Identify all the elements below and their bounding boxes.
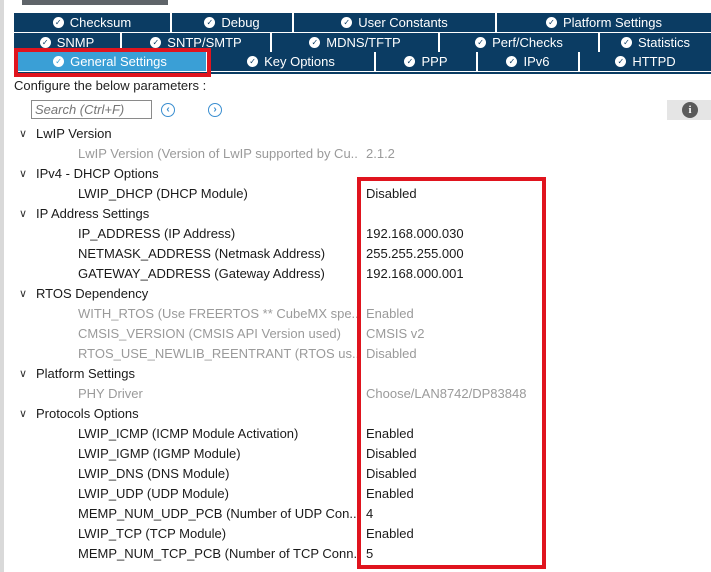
param-value[interactable]: Enabled [366, 484, 414, 504]
param-row[interactable]: MEMP_NUM_TCP_PCB (Number of TCP Conn... … [0, 544, 711, 564]
param-row[interactable]: IP_ADDRESS (IP Address) 192.168.000.030 [0, 224, 711, 244]
check-circle-icon: ✓ [615, 56, 627, 67]
check-circle-icon: ✓ [404, 56, 416, 67]
category-rtos-dependency[interactable]: ∨ RTOS Dependency [0, 284, 711, 304]
param-label: LWIP_IGMP (IGMP Module) [78, 446, 241, 461]
chevron-down-icon[interactable]: ∨ [19, 364, 31, 384]
param-row[interactable]: LWIP_IGMP (IGMP Module) Disabled [0, 444, 711, 464]
tab-row-2: ✓ SNMP ✓ SNTP/SMTP ✓ MDNS/TFTP ✓ Perf/Checks… [14, 33, 711, 52]
check-circle-icon: ✓ [150, 37, 162, 48]
param-row[interactable]: PHY Driver Choose/LAN8742/DP83848 [0, 384, 711, 404]
tab-mdns-tftp[interactable]: ✓ MDNS/TFTP [272, 33, 440, 52]
param-label: PHY Driver [78, 386, 143, 401]
next-result-icon[interactable]: › [208, 103, 222, 117]
param-label: LWIP_UDP (UDP Module) [78, 486, 229, 501]
param-label: NETMASK_ADDRESS (Netmask Address) [78, 246, 326, 261]
param-value: Enabled [366, 306, 414, 321]
check-circle-icon: ✓ [546, 17, 557, 28]
configure-label: Configure the below parameters : [14, 78, 207, 93]
param-label: LWIP_DNS (DNS Module) [78, 466, 230, 481]
check-circle-icon: ✓ [52, 17, 64, 28]
param-label: GATEWAY_ADDRESS (Gateway Address) [78, 266, 325, 281]
category-platform-settings[interactable]: ∨ Platform Settings [0, 364, 711, 384]
param-row[interactable]: LwIP Version (Version of LwIP supported … [0, 144, 711, 164]
chevron-down-icon[interactable]: ∨ [19, 284, 31, 304]
param-row[interactable]: LWIP_ICMP (ICMP Module Activation) Enabl… [0, 424, 711, 444]
check-circle-icon: ✓ [341, 17, 353, 28]
tab-user-constants[interactable]: ✓ User Constants [294, 13, 497, 32]
tab-debug[interactable]: ✓ Debug [172, 13, 294, 32]
param-row[interactable]: LWIP_DNS (DNS Module) Disabled [0, 464, 711, 484]
category-ipv4-dhcp-options[interactable]: ∨ IPv4 - DHCP Options [0, 164, 711, 184]
tab-row-3: ✓ General Settings ✓ Key Options ✓ PPP ✓ IPv… [14, 52, 711, 71]
tab-platform-settings[interactable]: ✓ Platform Settings [497, 13, 711, 32]
param-row[interactable]: CMSIS_VERSION (CMSIS API Version used) C… [0, 324, 711, 344]
param-label: LWIP_DHCP (DHCP Module) [78, 186, 248, 201]
check-circle-icon: ✓ [475, 37, 487, 48]
param-label: LWIP_TCP (TCP Module) [78, 526, 227, 541]
param-label: MEMP_NUM_TCP_PCB (Number of TCP Conn... [78, 546, 358, 561]
param-value[interactable]: Enabled [366, 524, 414, 544]
param-label: IP_ADDRESS (IP Address) [78, 226, 236, 241]
param-label: RTOS_USE_NEWLIB_REENTRANT (RTOS us... [78, 346, 358, 361]
param-value[interactable]: 4 [366, 504, 373, 524]
tab-ppp[interactable]: ✓ PPP [376, 52, 478, 71]
param-label: MEMP_NUM_UDP_PCB (Number of UDP Con... [78, 506, 358, 521]
tab-ipv6[interactable]: ✓ IPv6 [478, 52, 580, 71]
param-value: Disabled [366, 346, 417, 361]
check-circle-icon: ✓ [309, 37, 321, 48]
param-row[interactable]: WITH_RTOS (Use FREERTOS ** CubeMX spe...… [0, 304, 711, 324]
param-value[interactable]: 192.168.000.030 [366, 224, 464, 244]
previous-result-icon[interactable]: ‹ [161, 103, 175, 117]
search-input[interactable] [31, 100, 152, 119]
param-label: CMSIS_VERSION (CMSIS API Version used) [78, 326, 341, 341]
param-value: CMSIS v2 [366, 326, 425, 341]
param-label: LWIP_ICMP (ICMP Module Activation) [78, 426, 299, 441]
category-protocols-options[interactable]: ∨ Protocols Options [0, 404, 711, 424]
chevron-down-icon[interactable]: ∨ [19, 164, 31, 184]
tab-separator [14, 72, 711, 74]
chevron-down-icon[interactable]: ∨ [19, 124, 31, 144]
category-lwip-version[interactable]: ∨ LwIP Version [0, 124, 711, 144]
param-row[interactable]: MEMP_NUM_UDP_PCB (Number of UDP Con... 4 [0, 504, 711, 524]
param-value[interactable]: Disabled [366, 444, 417, 464]
tab-perf-checks[interactable]: ✓ Perf/Checks [440, 33, 600, 52]
tab-snmp[interactable]: ✓ SNMP [14, 33, 122, 52]
chevron-down-icon[interactable]: ∨ [19, 404, 31, 424]
tab-httpd[interactable]: ✓ HTTPD [580, 52, 711, 71]
check-circle-icon: ✓ [506, 56, 518, 67]
check-circle-icon: ✓ [204, 17, 216, 28]
param-value[interactable]: Disabled [366, 184, 417, 204]
category-ip-address-settings[interactable]: ∨ IP Address Settings [0, 204, 711, 224]
param-row[interactable]: GATEWAY_ADDRESS (Gateway Address) 192.16… [0, 264, 711, 284]
check-circle-icon: ✓ [53, 56, 65, 67]
param-value[interactable]: 255.255.255.000 [366, 244, 464, 264]
check-circle-icon: ✓ [39, 37, 51, 48]
param-label: WITH_RTOS (Use FREERTOS ** CubeMX spe... [78, 306, 358, 321]
param-value[interactable]: 192.168.000.001 [366, 264, 464, 284]
param-value: Choose/LAN8742/DP83848 [366, 386, 527, 401]
param-value[interactable]: 5 [366, 544, 373, 564]
param-value[interactable]: Disabled [366, 464, 417, 484]
check-circle-icon: ✓ [247, 56, 259, 67]
parameter-tree: ∨ LwIP Version LwIP Version (Version of … [0, 124, 711, 564]
tab-key-options[interactable]: ✓ Key Options [208, 52, 376, 71]
param-row[interactable]: RTOS_USE_NEWLIB_REENTRANT (RTOS us... Di… [0, 344, 711, 364]
top-stub [22, 0, 168, 5]
tab-checksum[interactable]: ✓ Checksum [14, 13, 172, 32]
tab-sntp-smtp[interactable]: ✓ SNTP/SMTP [122, 33, 272, 52]
check-circle-icon: ✓ [620, 37, 632, 48]
chevron-down-icon[interactable]: ∨ [19, 204, 31, 224]
param-row[interactable]: LWIP_TCP (TCP Module) Enabled [0, 524, 711, 544]
tab-general-settings[interactable]: ✓ General Settings [14, 52, 208, 71]
param-label: LwIP Version (Version of LwIP supported … [78, 146, 358, 161]
param-row[interactable]: LWIP_DHCP (DHCP Module) Disabled [0, 184, 711, 204]
tab-statistics[interactable]: ✓ Statistics [600, 33, 711, 52]
param-value[interactable]: Enabled [366, 424, 414, 444]
tab-row-1: ✓ Checksum ✓ Debug ✓ User Constants ✓ Platfo… [14, 13, 711, 32]
param-row[interactable]: LWIP_UDP (UDP Module) Enabled [0, 484, 711, 504]
param-value: 2.1.2 [366, 146, 395, 161]
param-row[interactable]: NETMASK_ADDRESS (Netmask Address) 255.25… [0, 244, 711, 264]
info-icon[interactable]: i [682, 102, 698, 118]
